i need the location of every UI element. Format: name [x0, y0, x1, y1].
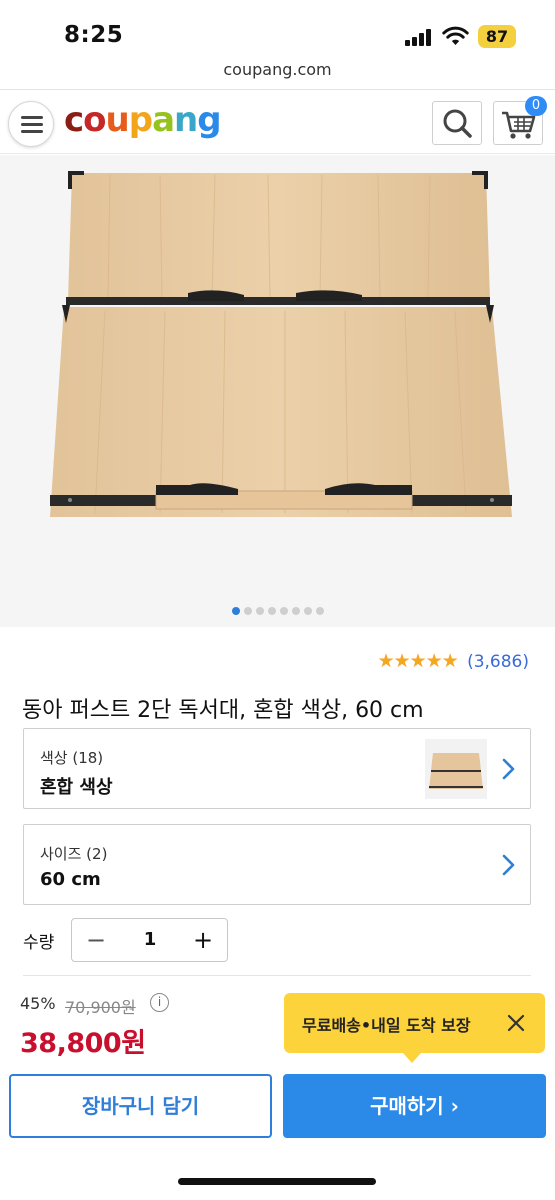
- quantity-value[interactable]: 1: [116, 919, 184, 961]
- product-title: 동아 퍼스트 2단 독서대, 혼합 색상, 60 cm: [22, 698, 424, 723]
- review-count[interactable]: (3,686): [467, 652, 529, 672]
- search-button[interactable]: [432, 101, 482, 145]
- pagination-dot[interactable]: [267, 607, 276, 615]
- add-to-cart-button[interactable]: 장바구니 담기: [9, 1074, 272, 1138]
- color-option-thumbnail: [425, 739, 487, 799]
- quantity-increase-button[interactable]: +: [181, 919, 225, 961]
- color-option-label: 색상 (18): [40, 749, 104, 767]
- status-time: 8:25: [64, 22, 124, 48]
- product-image[interactable]: [0, 155, 555, 627]
- quantity-decrease-button[interactable]: −: [74, 919, 118, 961]
- chevron-right-icon: [502, 854, 515, 876]
- coupang-logo[interactable]: coupang: [64, 100, 222, 140]
- pagination-dot[interactable]: [243, 607, 252, 615]
- chevron-right-icon: [502, 758, 515, 780]
- size-option-label: 사이즈 (2): [40, 845, 108, 863]
- image-pagination[interactable]: [0, 600, 555, 619]
- battery-indicator: 87: [478, 25, 516, 48]
- search-icon: [443, 109, 472, 138]
- color-option-value: 혼합 색상: [40, 777, 113, 798]
- pagination-dot[interactable]: [291, 607, 300, 615]
- pagination-dot[interactable]: [279, 607, 288, 615]
- pagination-dot[interactable]: [315, 607, 324, 615]
- cart-count-badge: 0: [525, 96, 547, 116]
- logo-letter: u: [105, 100, 130, 140]
- logo-letter: n: [174, 100, 198, 140]
- original-price: 70,900원: [65, 998, 136, 1017]
- delivery-tooltip: 무료배송•내일 도착 보장: [284, 993, 545, 1063]
- pagination-dot[interactable]: [255, 607, 264, 615]
- logo-letter: o: [83, 100, 106, 140]
- color-option-selector[interactable]: 색상 (18) 혼합 색상: [23, 728, 531, 809]
- pagination-dot[interactable]: [231, 607, 240, 615]
- sale-price: 38,800원: [20, 1028, 146, 1059]
- url-bar[interactable]: coupang.com: [0, 58, 555, 90]
- divider: [23, 975, 531, 976]
- home-indicator: [178, 1178, 376, 1185]
- logo-letter: c: [64, 100, 84, 140]
- size-option-selector[interactable]: 사이즈 (2) 60 cm: [23, 824, 531, 905]
- logo-letter: a: [152, 100, 175, 140]
- discount-rate: 45%: [20, 994, 56, 1013]
- cellular-signal-icon: [405, 29, 435, 46]
- book-stand-image: [50, 171, 512, 517]
- wifi-icon: [442, 26, 469, 45]
- size-option-value: 60 cm: [40, 869, 101, 890]
- close-icon[interactable]: [506, 1013, 526, 1033]
- buy-now-button[interactable]: 구매하기 ›: [283, 1074, 546, 1138]
- menu-button[interactable]: [8, 101, 54, 147]
- rating-stars-icon: ★★★★★: [377, 650, 458, 672]
- pagination-dot[interactable]: [303, 607, 312, 615]
- status-bar: 8:25 87: [0, 0, 555, 58]
- quantity-label: 수량: [23, 933, 55, 953]
- info-icon[interactable]: i: [150, 993, 169, 1012]
- logo-letter: g: [197, 100, 221, 140]
- logo-letter: p: [128, 100, 153, 140]
- quantity-stepper[interactable]: − 1 +: [71, 918, 228, 962]
- product-rating[interactable]: ★★★★★ (3,686): [377, 650, 529, 672]
- delivery-tooltip-text: 무료배송•내일 도착 보장: [302, 1016, 471, 1035]
